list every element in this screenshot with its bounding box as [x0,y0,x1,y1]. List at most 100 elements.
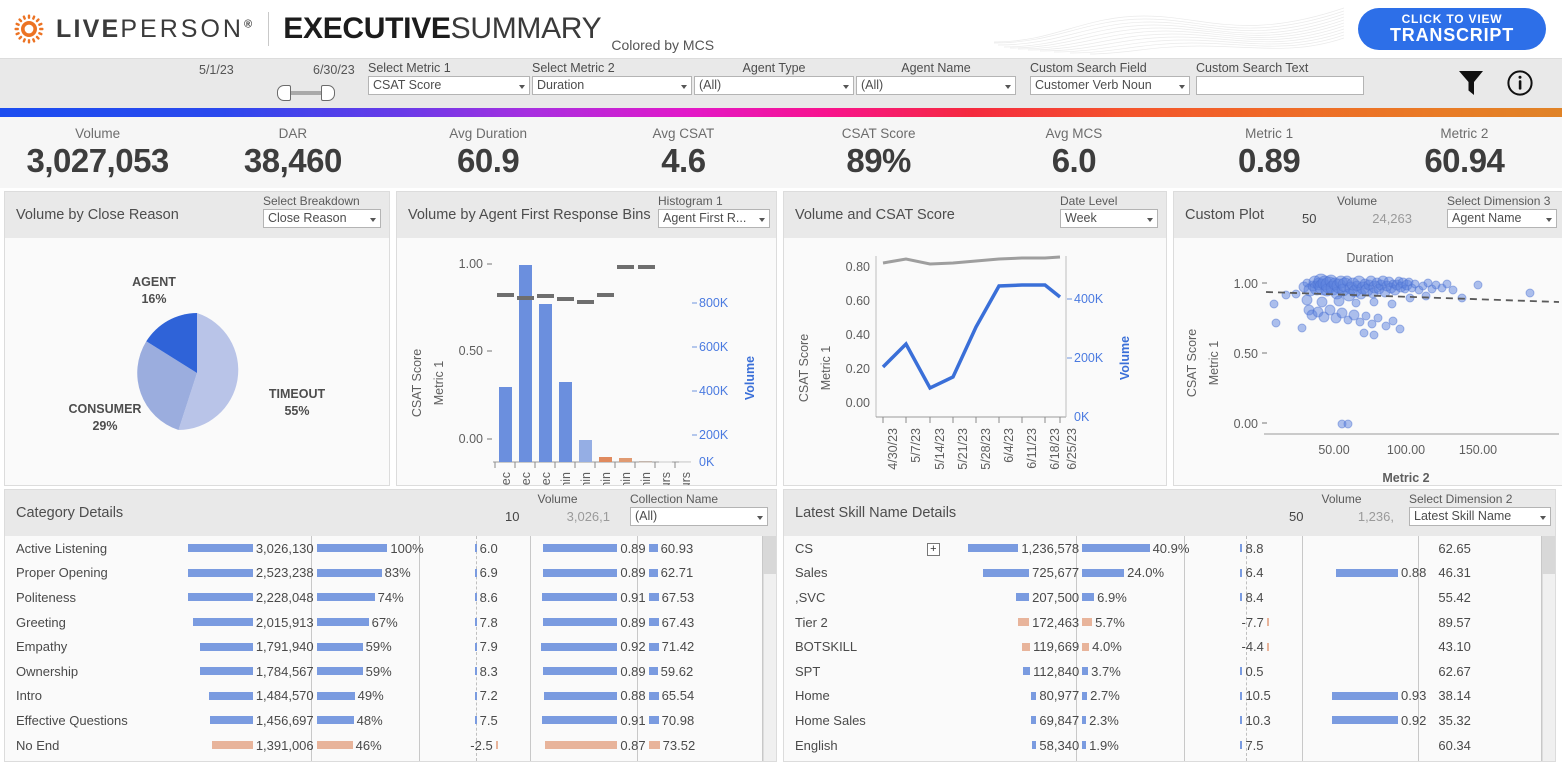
table-row[interactable]: SPT 112,840 3.7% 0.5 62.67 [784,659,1555,684]
slider-handle-end[interactable] [321,85,335,101]
table-row[interactable]: Effective Questions 1,456,697 48% 7.5 0.91 70… [5,708,776,733]
bar-value: 1,456,697 [255,712,314,728]
row-metric1: 0.89 [540,659,649,684]
line-ytick-0K: 0K [1074,410,1090,424]
table-row[interactable]: No End 1,391,006 46% -2.5 0.87 73.52 [5,733,776,758]
row-percent: 46% [316,733,427,758]
row-volume: 2,015,913 [188,610,316,635]
metric2-select[interactable]: Duration [532,76,692,95]
table-row[interactable]: BOTSKILL 119,669 4.0% -4.4 43.10 [784,634,1555,659]
row-mcs: 10.5 [1192,684,1310,709]
bar-cell: 62.65 [1429,536,1555,561]
kpi-metric2: Metric 2 60.94 [1367,117,1562,188]
table-row[interactable]: Empathy 1,791,940 59% 7.9 0.92 71.42 [5,634,776,659]
table-row[interactable]: Ownership 1,784,567 59% 8.3 0.89 59.62 [5,659,776,684]
bar-value: 62.65 [1438,540,1471,556]
skill-table-body[interactable]: CS + 1,236,578 40.9% 8.8 62.65 Sales 725,677 24.… [784,536,1555,761]
bar-cell: 0.92 [1311,708,1429,733]
bar-cell [1311,585,1429,610]
custom-search-field-select[interactable]: Customer Verb Noun [1030,76,1190,95]
select-breakdown-label: Select Breakdown [263,194,360,208]
row-volume: 1,784,567 [188,659,316,684]
bar-cell: 70.98 [648,708,776,733]
table-row[interactable]: Mobile57,3291.9%9.10.9237.69 [784,757,1555,761]
vertical-scrollbar[interactable] [763,536,776,761]
bar [1023,667,1031,676]
scrollbar-thumb[interactable] [1542,536,1555,574]
line-xtick-3: 5/21/23 [956,428,970,470]
row-label: Proper Opening [16,565,108,581]
pie-chart[interactable]: AGENT 16% CONSUMER 29% TIMEOUT 55% [5,238,389,485]
select-dimension3-select[interactable]: Agent Name [1447,209,1557,228]
histogram-chart[interactable]: 1.00 0.50 0.00 CSAT Score Metric 1 800K … [397,238,776,485]
select-dimension2-select[interactable]: Latest Skill Name [1409,507,1551,526]
table-row[interactable]: ,SVC 207,500 6.9% 8.4 55.42 [784,585,1555,610]
table-row[interactable]: Sales 725,677 24.0% 6.4 0.88 46.31 [784,561,1555,586]
expand-row-icon[interactable]: + [926,542,940,556]
row-metric2: 71.42 [648,634,776,659]
histogram1-select[interactable]: Agent First R... [658,209,770,228]
scrollbar-thumb[interactable] [763,536,776,574]
vertical-scrollbar[interactable] [1542,536,1555,761]
row-metric1: 0.89 [540,536,649,561]
bar-cell: 119,669 [968,634,1082,659]
skill-volume-min: 50 [1289,509,1304,524]
row-volume: 1,456,697 [188,708,316,733]
metric1-select[interactable]: CSAT Score [368,76,530,95]
row-metric2: 73.52 [648,733,776,758]
table-row[interactable]: Intro 1,484,570 49% 7.2 0.88 65.54 [5,684,776,709]
hist-ylabel-volume: Volume [743,356,757,400]
row-percent: 5.7% [1082,610,1192,635]
bar-cell: 1,784,567 [188,659,316,684]
table-row[interactable]: Greeting 2,015,913 67% 7.8 0.89 67.43 [5,610,776,635]
agent-type-label: Agent Type [742,61,806,75]
table-row[interactable]: English 58,340 1.9% 7.5 60.34 [784,733,1555,758]
kpi-label: Avg CSAT [652,125,715,141]
kpi-csat-score: CSAT Score 89% [781,117,976,188]
custom-search-field-value: Customer Verb Noun [1035,78,1152,92]
info-circle-icon[interactable] [1506,69,1534,102]
custom-search-text-input[interactable] [1196,76,1364,95]
filter-funnel-icon[interactable] [1458,69,1484,102]
table-row[interactable]: Home 80,977 2.7% 10.5 0.93 38.14 [784,684,1555,709]
line-xtick-6: 6/11/23 [1025,428,1039,469]
bar-value: 89.57 [1438,614,1471,630]
collection-name-select[interactable]: (All) [630,507,768,526]
table-row[interactable]: Politeness 2,228,048 74% 8.6 0.91 67.53 [5,585,776,610]
hist-ytick-200K: 200K [699,428,729,442]
bar-cell: 112,840 [968,659,1082,684]
table-row[interactable]: CS + 1,236,578 40.9% 8.8 62.65 [784,536,1555,561]
row-percent: 67% [316,610,427,635]
row-label: BOTSKILL [795,639,858,655]
bar [1022,642,1031,651]
bar-cell: 0.89 [540,659,649,684]
bar-cell: 46% [316,733,427,758]
table-row[interactable]: Home Sales 69,847 2.3% 10.3 0.92 35.32 [784,708,1555,733]
row-metric2: 70.98 [648,708,776,733]
table-row[interactable]: Tier 2 172,463 5.7% -7.7 89.57 [784,610,1555,635]
agent-name-select[interactable]: (All) [856,76,1016,95]
date-level-select[interactable]: Week [1060,209,1158,228]
line-ytick-200K: 200K [1074,351,1104,365]
table-row[interactable]: Active Listening 3,026,130 100% 6.0 0.89 60.9… [5,536,776,561]
slider-handle-start[interactable] [277,85,291,101]
table-row[interactable]: Proper Opening 2,523,238 83% 6.9 0.89 62.71 [5,561,776,586]
line-chart[interactable]: CSAT Score Metric 1 0.80 0.60 0.40 0.20 … [784,238,1166,485]
bar-cell: 1,391,006 [188,733,316,758]
view-transcript-button[interactable]: CLICK TO VIEW TRANSCRIPT [1358,8,1546,50]
select-breakdown-select[interactable]: Close Reason [263,209,381,228]
category-table-body[interactable]: Active Listening 3,026,130 100% 6.0 0.89 60.9… [5,536,776,761]
row-label: ,SVC [795,589,826,605]
bar-cell: 62.67 [1429,659,1555,684]
bar [648,618,659,627]
bar-value: 3,026,130 [255,540,314,556]
mcs-cell: 9.1 [1192,757,1310,761]
bar [316,568,382,577]
agent-type-select[interactable]: (All) [694,76,854,95]
row-volume: 172,463 [968,610,1082,635]
row-metric1: 0.87 [540,733,649,758]
date-range-slider[interactable] [277,83,335,103]
category-volume-min: 10 [505,509,520,524]
row-metric2: 55.42 [1429,585,1555,610]
scatter-chart[interactable]: Duration CSAT Score Metric 1 1.00 0.50 0… [1174,238,1562,485]
